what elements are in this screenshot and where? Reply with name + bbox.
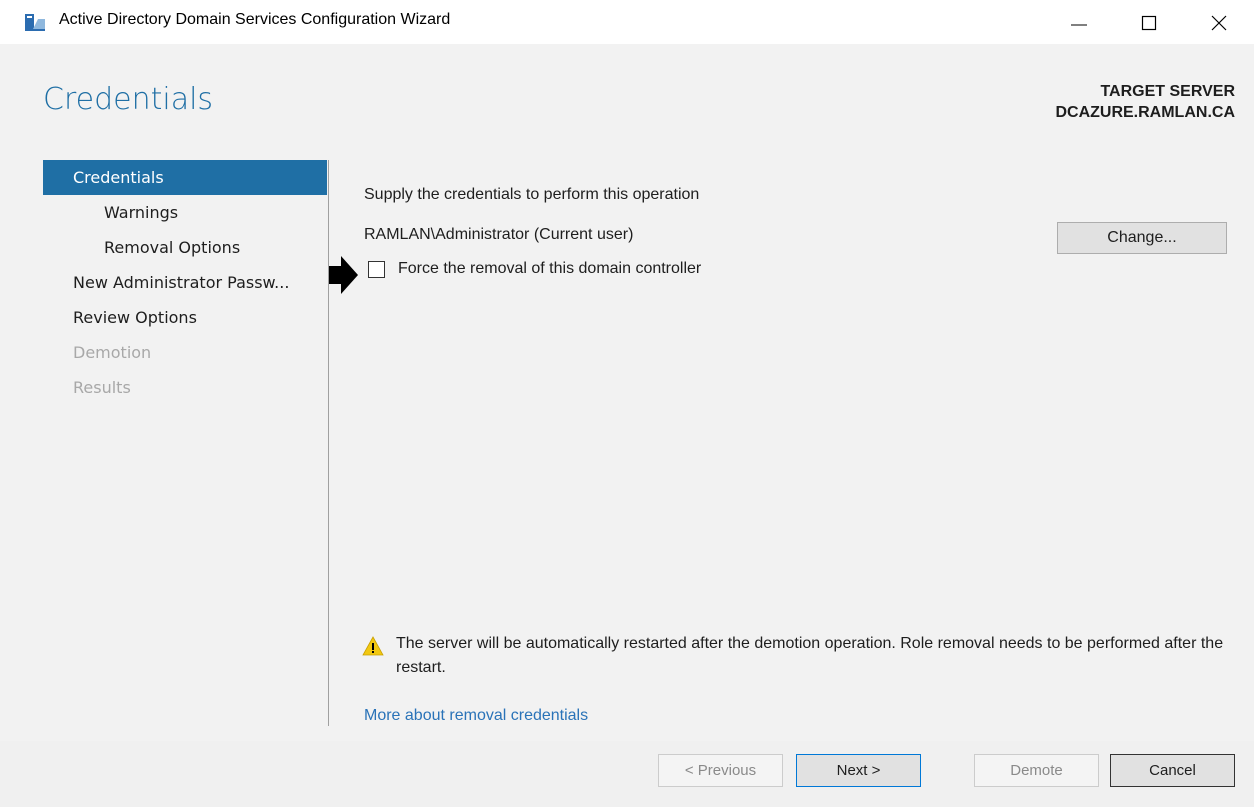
minimize-button[interactable] <box>1054 2 1104 42</box>
target-server-block: TARGET SERVER DCAZURE.RAMLAN.CA <box>1055 81 1235 123</box>
target-server-label: TARGET SERVER <box>1100 83 1235 100</box>
nav-item-removal-options[interactable]: Removal Options <box>43 230 327 265</box>
warning-icon <box>362 636 384 656</box>
more-about-credentials-link[interactable]: More about removal credentials <box>364 707 588 725</box>
close-button[interactable] <box>1194 2 1244 42</box>
pointer-arrow-icon <box>329 256 358 294</box>
nav-item-new-admin-password[interactable]: New Administrator Passw... <box>43 265 327 300</box>
current-user-text: RAMLAN\Administrator (Current user) <box>364 226 634 243</box>
maximize-button[interactable] <box>1124 2 1174 42</box>
force-removal-checkbox[interactable] <box>368 261 385 278</box>
close-icon <box>1211 15 1227 31</box>
nav-item-review-options[interactable]: Review Options <box>43 300 327 335</box>
minimize-icon <box>1071 24 1087 26</box>
server-icon <box>25 14 45 31</box>
wizard-nav: Credentials Warnings Removal Options New… <box>43 160 327 405</box>
demote-button[interactable]: Demote <box>974 754 1099 787</box>
supply-credentials-text: Supply the credentials to perform this o… <box>364 186 700 203</box>
title-bar: Active Directory Domain Services Configu… <box>0 0 1254 44</box>
restart-warning-text: The server will be automatically restart… <box>396 635 1224 676</box>
next-button[interactable]: Next > <box>796 754 921 787</box>
nav-item-warnings[interactable]: Warnings <box>43 195 327 230</box>
force-removal-label[interactable]: Force the removal of this domain control… <box>398 260 701 278</box>
change-credentials-button[interactable]: Change... <box>1057 222 1227 254</box>
nav-divider <box>328 160 329 726</box>
nav-item-results: Results <box>73 378 131 397</box>
previous-button[interactable]: < Previous <box>658 754 783 787</box>
target-server-name: DCAZURE.RAMLAN.CA <box>1055 104 1235 121</box>
nav-item-credentials[interactable]: Credentials <box>43 160 327 195</box>
maximize-icon <box>1141 15 1157 31</box>
page-title: Credentials <box>43 82 214 117</box>
window-title: Active Directory Domain Services Configu… <box>59 11 451 28</box>
nav-item-demotion: Demotion <box>73 343 152 362</box>
cancel-button[interactable]: Cancel <box>1110 754 1235 787</box>
